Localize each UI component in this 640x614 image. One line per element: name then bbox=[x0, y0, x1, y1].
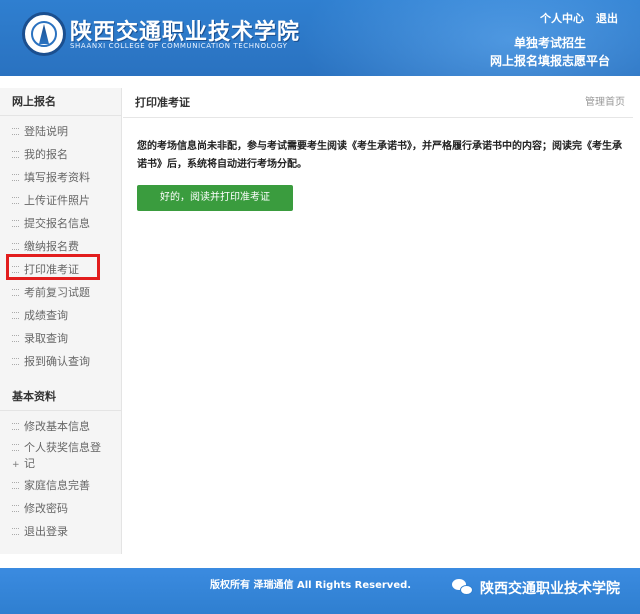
sidebar-item-label: 登陆说明 bbox=[24, 125, 68, 138]
list-bullet-icon bbox=[12, 335, 19, 342]
list-bullet-icon bbox=[12, 528, 19, 535]
sidebar-item-edit-basic-info[interactable]: 修改基本信息 bbox=[0, 415, 121, 438]
page-title: 打印准考证 管理首页 bbox=[123, 88, 633, 118]
list-bullet-icon bbox=[12, 482, 19, 489]
sidebar-item-label: 提交报名信息 bbox=[24, 217, 90, 230]
platform-line2: 网上报名填报志愿平台 bbox=[489, 54, 610, 68]
logout-link[interactable]: 退出 bbox=[596, 10, 618, 26]
list-bullet-icon bbox=[12, 444, 19, 451]
highlight-box bbox=[6, 254, 100, 280]
list-bullet-icon bbox=[12, 243, 19, 250]
platform-title: 单独考试招生 网上报名填报志愿平台 bbox=[490, 34, 610, 70]
list-bullet-icon bbox=[12, 174, 19, 181]
sidebar-item-label: 个人获奖信息登记 bbox=[24, 441, 101, 470]
list-bullet-icon bbox=[12, 151, 19, 158]
sidebar-item-label: 上传证件照片 bbox=[24, 194, 90, 207]
main-panel: 打印准考证 管理首页 您的考场信息尚未非配，参与考试需要考生阅读《考生承诺书》，… bbox=[123, 88, 633, 388]
sidebar-item-label: 我的报名 bbox=[24, 148, 68, 161]
sidebar-item-label: 退出登录 bbox=[24, 525, 68, 538]
sidebar-item-submit-info[interactable]: 提交报名信息 bbox=[0, 212, 121, 235]
content-blank-area bbox=[123, 388, 640, 554]
notice-text: 您的考场信息尚未非配，参与考试需要考生阅读《考生承诺书》，并严格履行承诺书中的内… bbox=[137, 141, 622, 170]
watermark-text: 陕西交通职业技术学院 bbox=[480, 581, 620, 597]
platform-line1: 单独考试招生 bbox=[513, 36, 586, 50]
list-bullet-icon bbox=[12, 128, 19, 135]
list-bullet-icon bbox=[12, 312, 19, 319]
sidebar-item-fill-info[interactable]: 填写报考资料 bbox=[0, 166, 121, 189]
sidebar-section-title: 网上报名 bbox=[0, 88, 121, 116]
school-logo-icon bbox=[22, 12, 66, 56]
page-title-text: 打印准考证 bbox=[135, 96, 190, 109]
header: 陕西交通职业技术学院 SHAANXI COLLEGE OF COMMUNICAT… bbox=[0, 0, 640, 76]
sidebar-item-label: 成绩查询 bbox=[24, 309, 68, 322]
sidebar-item-report-query[interactable]: 报到确认查询 bbox=[0, 350, 121, 373]
list-bullet-icon bbox=[12, 220, 19, 227]
sidebar-item-review-questions[interactable]: 考前复习试题 bbox=[0, 281, 121, 304]
sidebar-item-logout[interactable]: 退出登录 bbox=[0, 520, 121, 543]
sidebar-item-upload-photo[interactable]: 上传证件照片 bbox=[0, 189, 121, 212]
sidebar-item-label: 考前复习试题 bbox=[24, 286, 90, 299]
sidebar-item-label: 修改基本信息 bbox=[24, 420, 90, 433]
personal-center-link[interactable]: 个人中心 bbox=[540, 10, 584, 26]
plus-icon: + bbox=[12, 460, 20, 470]
watermark: 陕西交通职业技术学院 bbox=[452, 578, 620, 598]
list-bullet-icon bbox=[12, 423, 19, 430]
sidebar-item-label: 录取查询 bbox=[24, 332, 68, 345]
sidebar-item-score-query[interactable]: 成绩查询 bbox=[0, 304, 121, 327]
list-bullet-icon bbox=[12, 197, 19, 204]
school-name-en: SHAANXI COLLEGE OF COMMUNICATION TECHNOL… bbox=[70, 42, 288, 50]
wechat-icon bbox=[452, 579, 474, 597]
sidebar-item-label: 家庭信息完善 bbox=[24, 479, 90, 492]
print-admission-button[interactable]: 好的，阅读并打印准考证 bbox=[137, 185, 293, 211]
sidebar-item-label: 填写报考资料 bbox=[24, 171, 90, 184]
list-bullet-icon bbox=[12, 289, 19, 296]
sidebar-item-admission-query[interactable]: 录取查询 bbox=[0, 327, 121, 350]
list-bullet-icon bbox=[12, 358, 19, 365]
sidebar-item-label: 缴纳报名费 bbox=[24, 240, 79, 253]
sidebar-section-title: 基本资料 bbox=[0, 383, 121, 411]
sidebar-item-change-password[interactable]: 修改密码 bbox=[0, 497, 121, 520]
sidebar-item-family-info[interactable]: 家庭信息完善 bbox=[0, 474, 121, 497]
sidebar-item-login-instructions[interactable]: 登陆说明 bbox=[0, 120, 121, 143]
footer: 版权所有 泽瑞通信 All Rights Reserved. 陕西交通职业技术学… bbox=[0, 568, 640, 614]
sidebar-item-label: 报到确认查询 bbox=[24, 355, 90, 368]
sidebar: 网上报名 登陆说明 我的报名 填写报考资料 上传证件照片 提交报名信息 缴纳报名… bbox=[0, 88, 122, 554]
copyright-text: 版权所有 泽瑞通信 All Rights Reserved. bbox=[210, 580, 412, 591]
admin-home-link[interactable]: 管理首页 bbox=[585, 88, 625, 118]
sidebar-item-my-registration[interactable]: 我的报名 bbox=[0, 143, 121, 166]
sidebar-item-label: 修改密码 bbox=[24, 502, 68, 515]
top-links: 个人中心 退出 bbox=[540, 10, 618, 26]
list-bullet-icon bbox=[12, 505, 19, 512]
